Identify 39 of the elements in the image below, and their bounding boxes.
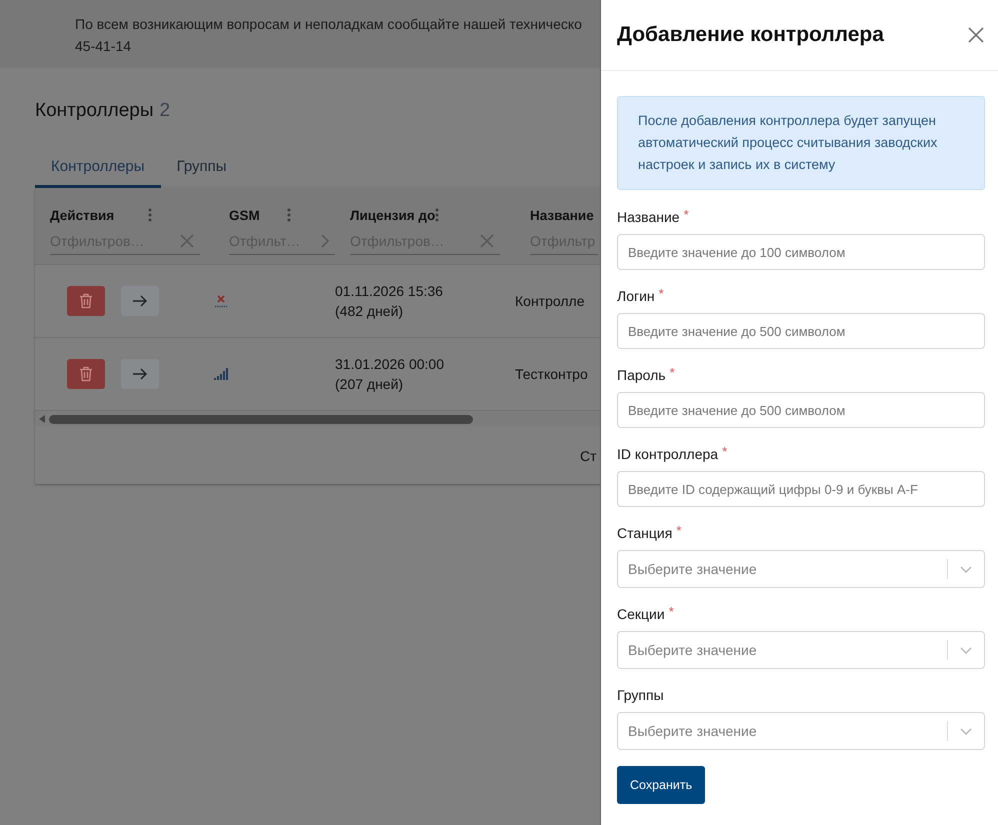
- field-label: Секции: [617, 605, 665, 623]
- select-field[interactable]: Выберите значение: [617, 550, 985, 588]
- column-header: Действия: [50, 208, 114, 222]
- pagination-text: Ст: [580, 448, 597, 464]
- field-label: Название: [617, 208, 680, 226]
- required-mark: *: [676, 524, 682, 540]
- drawer-title: Добавление контроллера: [617, 23, 884, 47]
- field-label: Группы: [617, 686, 664, 704]
- select-field[interactable]: Выберите значение: [617, 631, 985, 669]
- notice-text: 45-41-14: [75, 37, 132, 56]
- info-message: После добавления контроллера будет запущен автоматический процесс считывания заводских настроек и запись их в систему: [617, 96, 985, 190]
- count-label: 2: [160, 100, 170, 122]
- column-header: Лицензия до: [350, 208, 436, 222]
- select-field[interactable]: Выберите значение: [617, 712, 985, 750]
- column-header: GSM: [229, 208, 260, 222]
- field-label: Логин: [617, 287, 655, 305]
- license-days: (482 дней): [335, 301, 443, 321]
- input-field[interactable]: Введите ID содержащий цифры 0-9 и буквы A-F: [617, 471, 985, 507]
- license-date: 01.11.2026 15:36: [335, 282, 443, 301]
- tab[interactable]: Группы: [160, 158, 243, 188]
- required-mark: *: [670, 366, 675, 382]
- field-label: ID контроллера: [617, 445, 718, 463]
- save-button[interactable]: Сохранить: [617, 766, 706, 804]
- required-mark: *: [722, 445, 728, 461]
- required-mark: *: [684, 208, 689, 224]
- field-label: Пароль: [617, 366, 666, 384]
- page-title: Контроллеры: [35, 100, 154, 122]
- input-field[interactable]: Введите значение до 500 символом: [617, 313, 985, 349]
- field-label: Станция: [617, 524, 672, 542]
- license-days: (207 дней): [335, 374, 444, 394]
- table-cell-text: Контролле: [515, 292, 584, 311]
- table-cell-text: Тестконтро: [515, 365, 588, 384]
- input-field[interactable]: Введите значение до 100 символом: [617, 234, 985, 270]
- column-header: Название: [530, 208, 594, 222]
- notice-text: По всем возникающим вопросам и неполадкам сообщайте нашей техническо: [75, 15, 582, 34]
- license-date: 31.01.2026 00:00: [335, 355, 444, 374]
- input-field[interactable]: Введите значение до 500 символом: [617, 392, 985, 428]
- required-mark: *: [668, 605, 674, 621]
- required-mark: *: [658, 287, 664, 303]
